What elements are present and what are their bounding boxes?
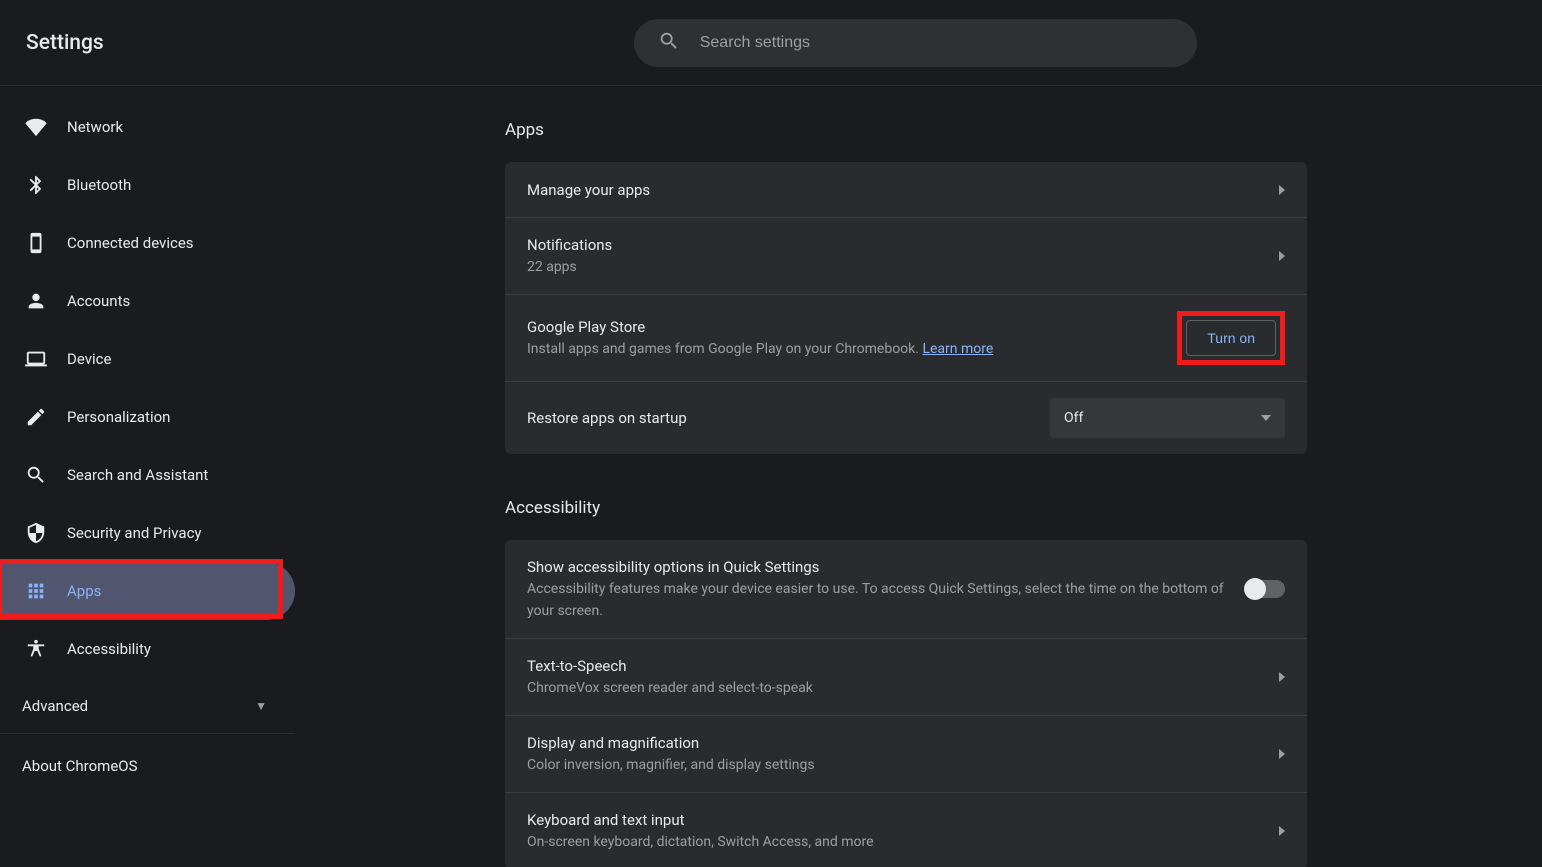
accessibility-card: Show accessibility options in Quick Sett… xyxy=(505,540,1307,867)
about-label: About ChromeOS xyxy=(22,757,138,775)
sidebar-item-personalization[interactable]: Personalization xyxy=(0,388,295,446)
play-sub-text: Install apps and games from Google Play … xyxy=(527,341,922,357)
sidebar-item-bluetooth[interactable]: Bluetooth xyxy=(0,156,295,214)
sidebar-item-search-assistant[interactable]: Search and Assistant xyxy=(0,446,295,504)
turn-on-button[interactable]: Turn on xyxy=(1186,320,1276,356)
sidebar-item-accessibility[interactable]: Accessibility xyxy=(0,620,295,678)
restore-apps-select[interactable]: Off xyxy=(1050,398,1285,438)
quick-settings-toggle[interactable] xyxy=(1245,580,1285,598)
sidebar-item-label: Accessibility xyxy=(67,640,151,658)
sidebar-item-security-privacy[interactable]: Security and Privacy xyxy=(0,504,295,562)
sidebar-item-label: Security and Privacy xyxy=(67,524,202,542)
main-content: Apps Manage your apps Notifications 22 a… xyxy=(295,86,1542,867)
chevron-right-icon xyxy=(1279,749,1285,759)
apps-card: Manage your apps Notifications 22 apps G… xyxy=(505,162,1307,454)
row-display-magnification[interactable]: Display and magnification Color inversio… xyxy=(505,716,1307,793)
row-title: Google Play Store xyxy=(527,316,1161,338)
row-title: Display and magnification xyxy=(527,732,1263,754)
row-restore-apps: Restore apps on startup Off xyxy=(505,382,1307,454)
chevron-right-icon xyxy=(1279,826,1285,836)
sidebar-item-label: Accounts xyxy=(67,292,130,310)
page-title: Settings xyxy=(26,31,104,55)
chevron-down-icon: ▼ xyxy=(255,699,267,713)
chevron-right-icon xyxy=(1279,251,1285,261)
chevron-down-icon xyxy=(1261,415,1271,421)
row-subtitle: 22 apps xyxy=(527,256,1263,278)
row-notifications[interactable]: Notifications 22 apps xyxy=(505,218,1307,295)
row-subtitle: ChromeVox screen reader and select-to-sp… xyxy=(527,677,1263,699)
accessibility-icon xyxy=(24,637,48,661)
sidebar-item-label: Apps xyxy=(67,582,101,600)
sidebar-item-label: Network xyxy=(67,118,123,136)
search-box[interactable] xyxy=(634,19,1197,67)
section-title-accessibility: Accessibility xyxy=(505,498,1502,518)
search-input[interactable] xyxy=(700,34,1181,52)
wifi-icon xyxy=(24,115,48,139)
sidebar-item-accounts[interactable]: Accounts xyxy=(0,272,295,330)
row-subtitle: Color inversion, magnifier, and display … xyxy=(527,754,1263,776)
sidebar-item-device[interactable]: Device xyxy=(0,330,295,388)
sidebar-about-chromeos[interactable]: About ChromeOS xyxy=(0,734,295,798)
row-google-play-store: Google Play Store Install apps and games… xyxy=(505,295,1307,382)
sidebar-item-label: Connected devices xyxy=(67,234,194,252)
row-text-to-speech[interactable]: Text-to-Speech ChromeVox screen reader a… xyxy=(505,639,1307,716)
select-value: Off xyxy=(1064,410,1083,426)
sidebar-item-apps[interactable]: Apps xyxy=(0,562,295,620)
person-icon xyxy=(24,289,48,313)
row-keyboard-text-input[interactable]: Keyboard and text input On-screen keyboa… xyxy=(505,793,1307,867)
row-subtitle: Accessibility features make your device … xyxy=(527,578,1229,622)
section-title-apps: Apps xyxy=(505,120,1502,140)
row-manage-apps[interactable]: Manage your apps xyxy=(505,162,1307,218)
row-title: Restore apps on startup xyxy=(527,407,1034,429)
apps-grid-icon xyxy=(24,579,48,603)
highlight-frame: Turn on xyxy=(1177,311,1285,365)
sidebar-item-label: Personalization xyxy=(67,408,170,426)
bluetooth-icon xyxy=(24,173,48,197)
row-title: Manage your apps xyxy=(527,179,1263,201)
shield-icon xyxy=(24,521,48,545)
search-icon xyxy=(658,30,680,56)
sidebar-item-network[interactable]: Network xyxy=(0,98,295,156)
row-title: Notifications xyxy=(527,234,1263,256)
row-title: Text-to-Speech xyxy=(527,655,1263,677)
row-subtitle: Install apps and games from Google Play … xyxy=(527,338,1161,360)
sidebar-item-label: Device xyxy=(67,350,111,368)
search-icon xyxy=(24,463,48,487)
edit-icon xyxy=(24,405,48,429)
chevron-right-icon xyxy=(1279,185,1285,195)
sidebar-item-label: Bluetooth xyxy=(67,176,131,194)
phone-icon xyxy=(24,231,48,255)
sidebar: Network Bluetooth Connected devices Acco… xyxy=(0,86,295,867)
row-quick-settings-access: Show accessibility options in Quick Sett… xyxy=(505,540,1307,639)
row-title: Keyboard and text input xyxy=(527,809,1263,831)
header: Settings xyxy=(0,0,1542,86)
laptop-icon xyxy=(24,347,48,371)
row-subtitle: On-screen keyboard, dictation, Switch Ac… xyxy=(527,831,1263,853)
row-title: Show accessibility options in Quick Sett… xyxy=(527,556,1229,578)
sidebar-item-label: Search and Assistant xyxy=(67,466,208,484)
advanced-label: Advanced xyxy=(22,697,88,715)
sidebar-advanced-toggle[interactable]: Advanced ▼ xyxy=(0,678,295,734)
learn-more-link[interactable]: Learn more xyxy=(922,341,993,357)
chevron-right-icon xyxy=(1279,672,1285,682)
sidebar-item-connected-devices[interactable]: Connected devices xyxy=(0,214,295,272)
